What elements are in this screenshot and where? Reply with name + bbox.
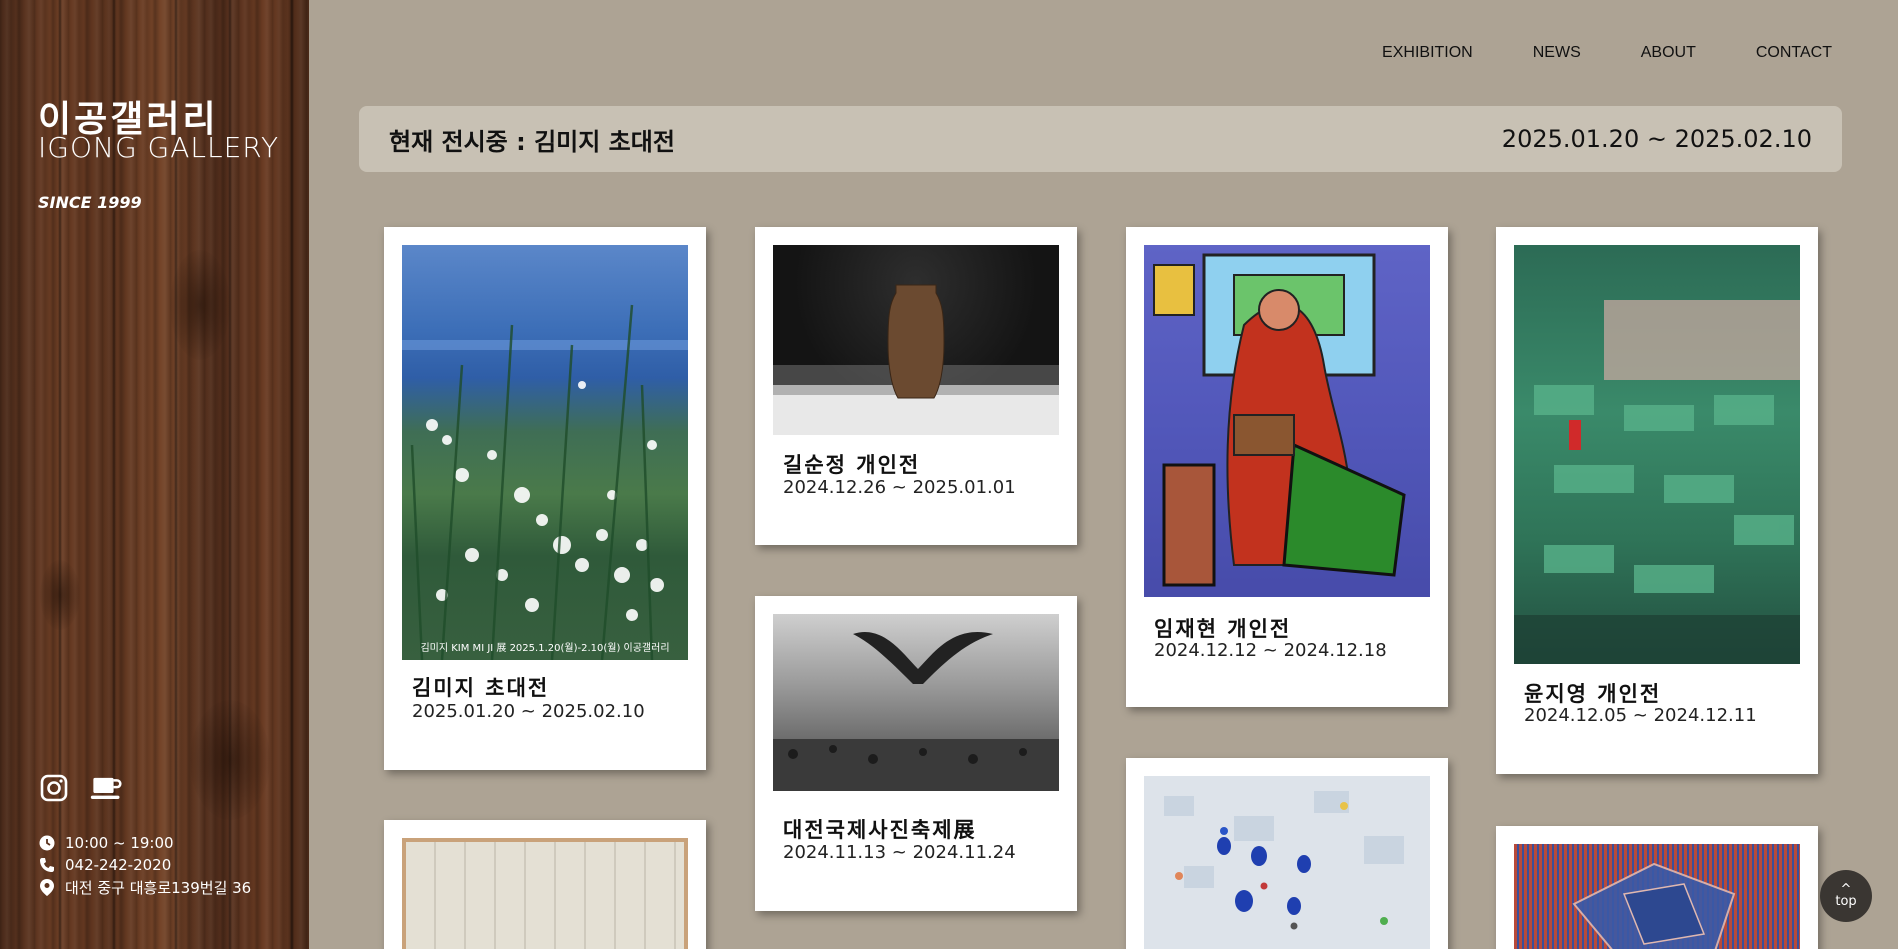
nav-exhibition[interactable]: EXHIBITION	[1382, 44, 1473, 62]
exhibition-thumbnail	[773, 614, 1059, 791]
scroll-top-label: top	[1835, 894, 1857, 909]
wood-knot	[170, 250, 230, 360]
exhibition-title: 윤지영 개인전	[1524, 682, 1662, 706]
exhibition-thumbnail	[1514, 844, 1800, 949]
wood-knot	[40, 560, 80, 630]
exhibition-thumbnail	[402, 838, 688, 949]
exhibition-title: 김미지 초대전	[412, 676, 550, 700]
exhibition-card[interactable]: 임재현 개인전 2024.12.12 ~ 2024.12.18	[1126, 227, 1448, 707]
current-exhibition-banner[interactable]: 현재 전시중 : 김미지 초대전 2025.01.20 ~ 2025.02.10	[359, 106, 1842, 172]
address-row: 대전 중구 대흥로139번길 36	[38, 876, 251, 898]
instagram-icon[interactable]	[38, 772, 70, 804]
address-text: 대전 중구 대흥로139번길 36	[65, 878, 252, 897]
sidebar: 이공갤러리 IGONG GALLERY SINCE 1999 10:00 ~ 1…	[0, 0, 309, 949]
exhibition-date: 2024.11.13 ~ 2024.11.24	[783, 842, 1016, 863]
social-links	[38, 772, 122, 804]
exhibition-title: 임재현 개인전	[1154, 617, 1292, 641]
phone-row: 042-242-2020	[38, 854, 251, 876]
hours-row: 10:00 ~ 19:00	[38, 832, 251, 854]
exhibition-date: 2024.12.26 ~ 2025.01.01	[783, 477, 1016, 498]
exhibition-date: 2024.12.05 ~ 2024.12.11	[1524, 705, 1757, 726]
exhibition-thumbnail	[1144, 245, 1430, 597]
exhibition-card[interactable]: 윤지영 개인전 2024.12.05 ~ 2024.12.11	[1496, 227, 1818, 774]
top-nav: EXHIBITION NEWS ABOUT CONTACT	[1382, 44, 1832, 62]
coffee-cup-icon[interactable]	[90, 772, 122, 804]
phone-text[interactable]: 042-242-2020	[65, 856, 171, 874]
exhibition-title: 길순정 개인전	[783, 453, 921, 477]
exhibition-card[interactable]	[1126, 758, 1448, 949]
hours-text: 10:00 ~ 19:00	[65, 834, 174, 852]
exhibition-thumbnail	[773, 245, 1059, 435]
exhibition-card[interactable]: 대전국제사진축제展 2024.11.13 ~ 2024.11.24	[755, 596, 1077, 911]
exhibition-poster: 김미지 KIM MI JI 展 2025.1.20(월)-2.10(월) 이공갤…	[402, 245, 688, 660]
poster-caption: 김미지 KIM MI JI 展 2025.1.20(월)-2.10(월) 이공갤…	[420, 643, 670, 654]
gallery-info: 10:00 ~ 19:00 042-242-2020 대전 중구 대흥로139번…	[38, 832, 251, 898]
since-label: SINCE 1999	[38, 193, 142, 212]
current-exhibition-date: 2025.01.20 ~ 2025.02.10	[1501, 125, 1812, 153]
exhibition-date: 2025.01.20 ~ 2025.02.10	[412, 701, 645, 722]
nav-contact[interactable]: CONTACT	[1756, 44, 1832, 62]
nav-news[interactable]: NEWS	[1533, 44, 1581, 62]
exhibition-thumbnail	[1514, 245, 1800, 664]
exhibition-card[interactable]	[384, 820, 706, 949]
map-pin-icon	[38, 878, 55, 896]
clock-icon	[38, 835, 55, 852]
current-exhibition-title: 현재 전시중 : 김미지 초대전	[389, 127, 675, 156]
wood-knot	[190, 700, 270, 820]
exhibition-card[interactable]: 길순정 개인전 2024.12.26 ~ 2025.01.01	[755, 227, 1077, 545]
exhibition-date: 2024.12.12 ~ 2024.12.18	[1154, 640, 1387, 661]
phone-icon	[38, 857, 55, 874]
scroll-top-button[interactable]: ^ top	[1820, 870, 1872, 922]
nav-about[interactable]: ABOUT	[1641, 44, 1696, 62]
exhibition-card[interactable]	[1496, 826, 1818, 949]
exhibition-thumbnail	[1144, 776, 1430, 949]
exhibition-card[interactable]: 김미지 KIM MI JI 展 2025.1.20(월)-2.10(월) 이공갤…	[384, 227, 706, 770]
exhibition-title: 대전국제사진축제展	[783, 818, 977, 842]
brand-name-english[interactable]: IGONG GALLERY	[38, 131, 279, 164]
